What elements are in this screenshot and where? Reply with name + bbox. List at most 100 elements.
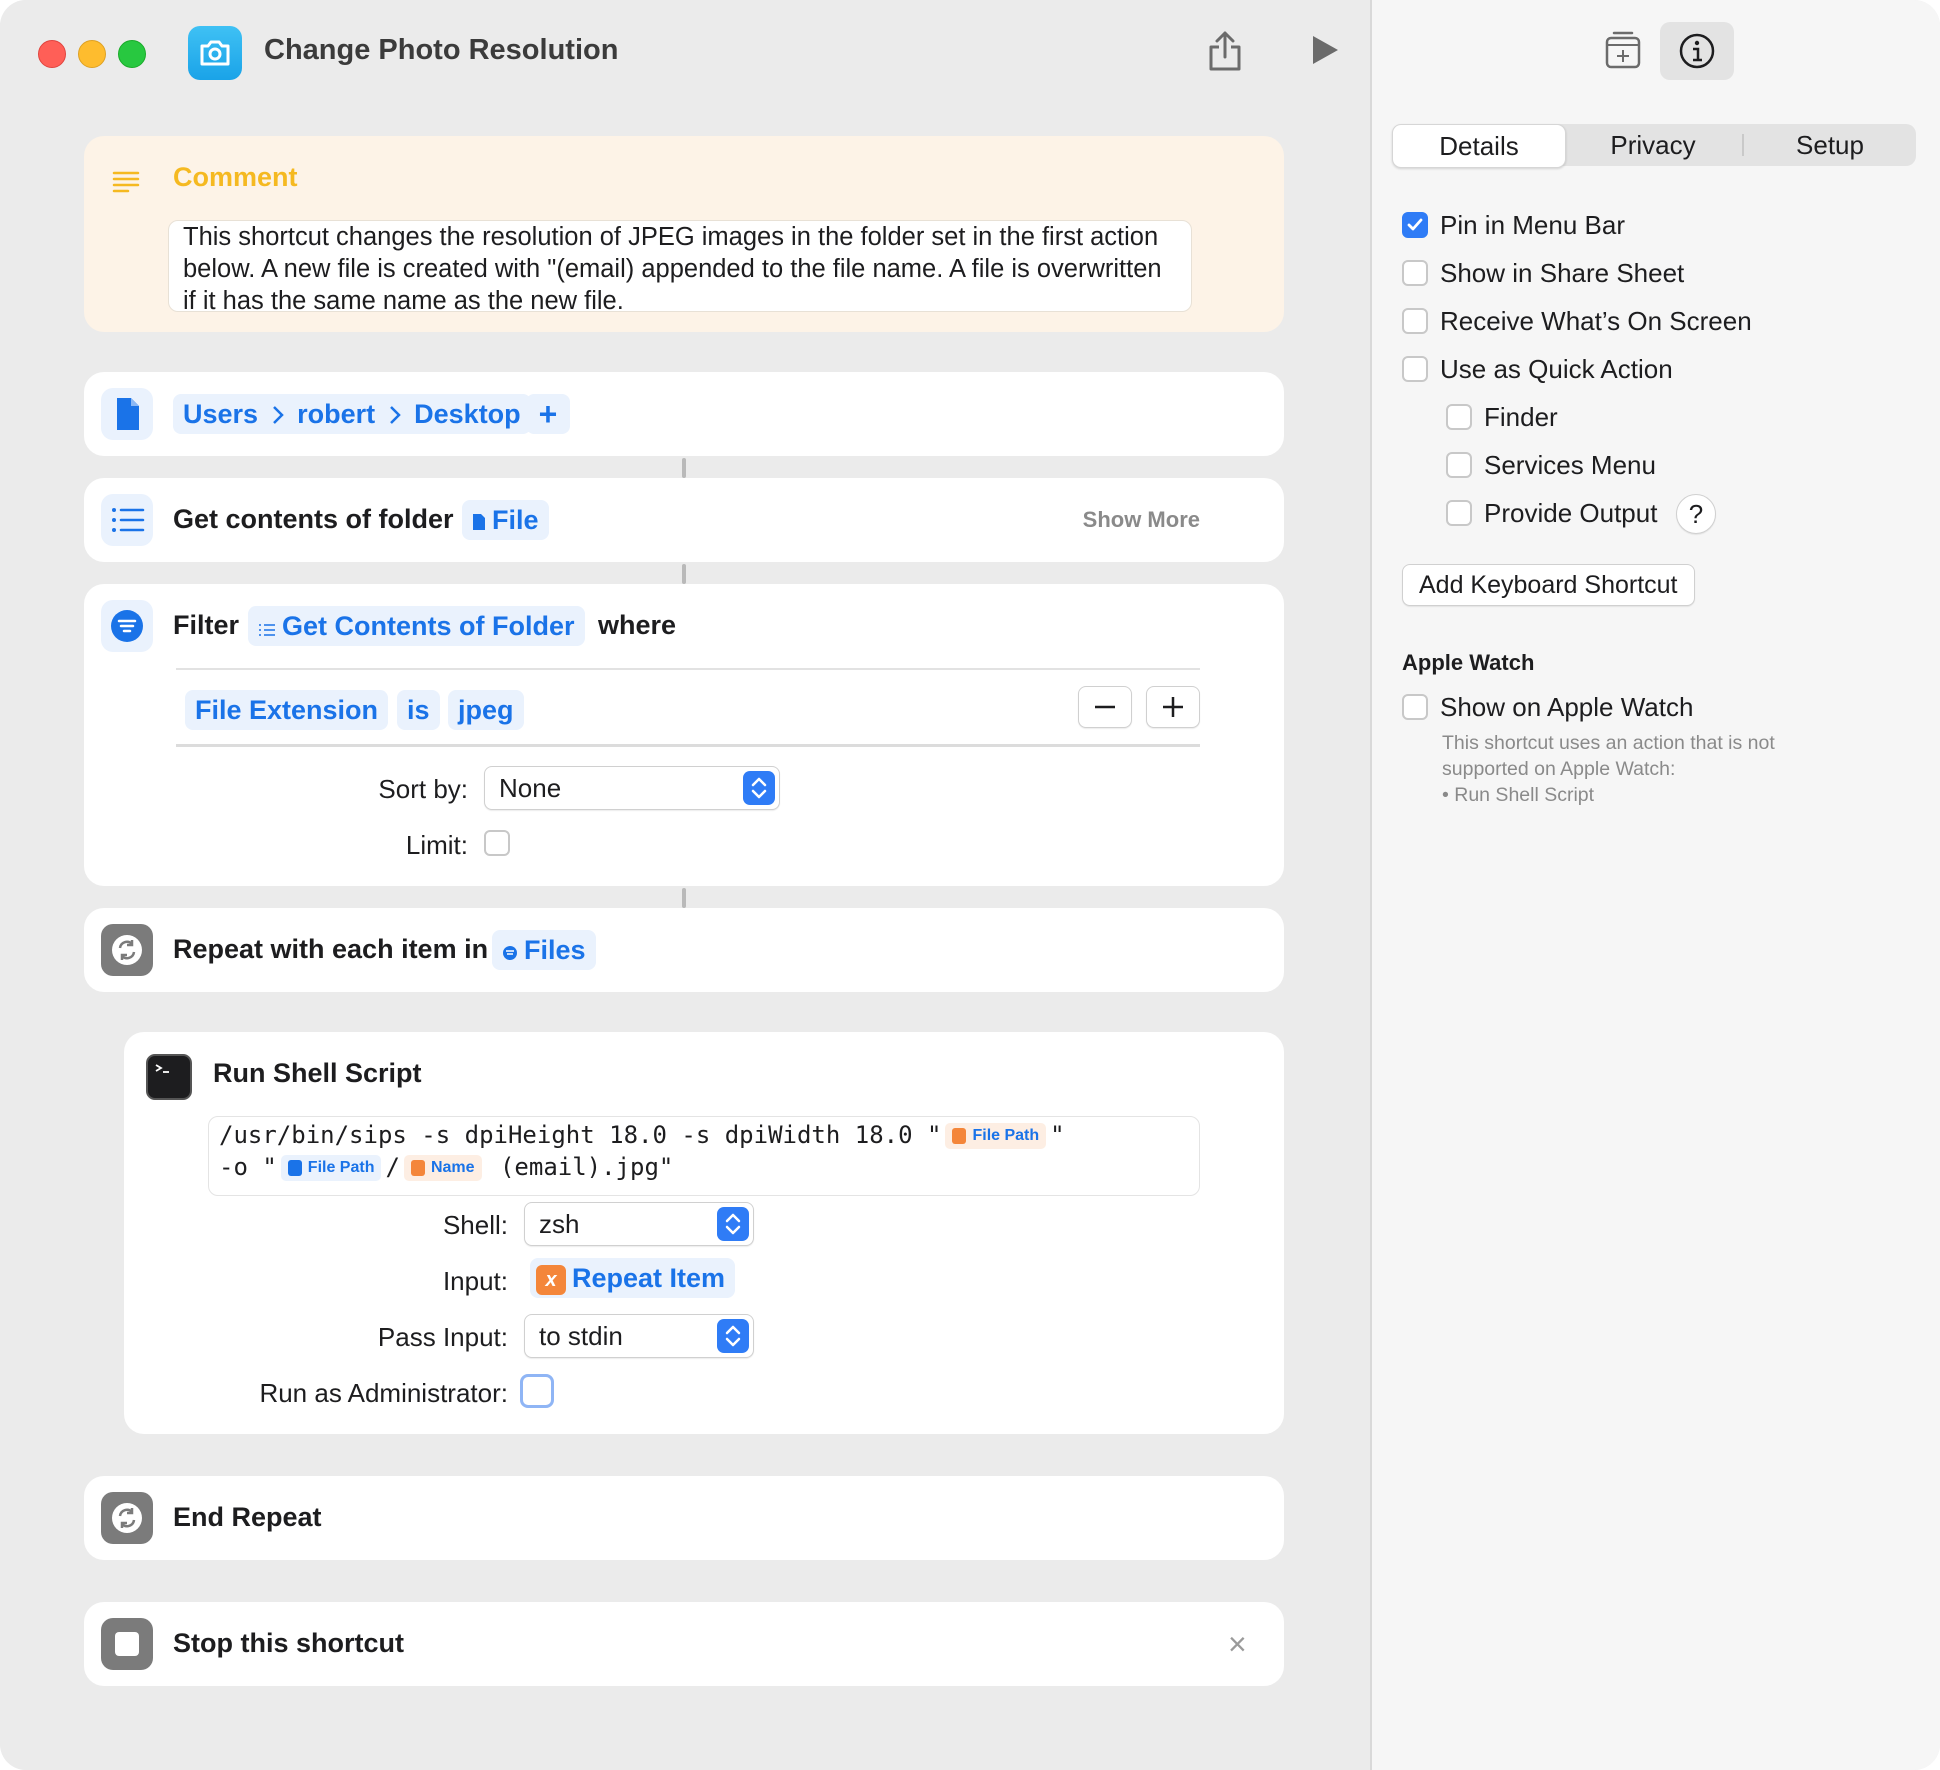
help-button[interactable]: ?	[1676, 494, 1716, 534]
variable-icon	[410, 1159, 425, 1176]
show-in-share-sheet-label: Show in Share Sheet	[1440, 258, 1685, 288]
get-contents-title: Get contents of folder	[173, 504, 454, 534]
apple-watch-note: This shortcut uses an action that is not…	[1442, 732, 1775, 806]
finder-label: Finder	[1484, 402, 1558, 432]
get-contents-card[interactable]: Get contents of folder File Show More	[84, 478, 1284, 562]
shell-title: Run Shell Script	[213, 1058, 422, 1088]
connector	[682, 564, 686, 584]
folder-path-token[interactable]: Users robert Desktop	[173, 394, 531, 434]
quick-action-checkbox[interactable]	[1402, 356, 1428, 382]
remove-condition-button[interactable]	[1078, 686, 1132, 728]
get-contents-variable-token[interactable]: Get Contents of Folder	[248, 606, 585, 646]
up-down-arrows-icon	[743, 771, 775, 805]
stop-title: Stop this shortcut	[173, 1628, 404, 1658]
filter-card[interactable]: Filter Get Contents of Folder where File…	[84, 584, 1284, 886]
shell-select[interactable]: zsh	[524, 1202, 754, 1246]
sort-by-select[interactable]: None	[484, 766, 780, 810]
comment-card[interactable]: Comment This shortcut changes the resolu…	[84, 136, 1284, 332]
add-to-dock-icon[interactable]	[1604, 30, 1642, 75]
camera-icon[interactable]	[188, 26, 242, 80]
path-segment-desktop[interactable]: Desktop	[414, 399, 521, 429]
repeat-card[interactable]: Repeat with each item in Files	[84, 908, 1284, 992]
apple-watch-heading: Apple Watch	[1402, 650, 1535, 675]
up-down-arrows-icon	[717, 1207, 749, 1241]
repeat-item-token[interactable]: x Repeat Item	[530, 1258, 736, 1298]
sort-by-label: Sort by:	[378, 774, 468, 804]
name-token[interactable]: Name	[403, 1155, 482, 1181]
checkmark-icon	[1407, 218, 1423, 231]
list-icon	[101, 494, 153, 546]
variable-icon	[952, 1127, 967, 1144]
stop-shortcut-card[interactable]: Stop this shortcut ×	[84, 1602, 1284, 1686]
script-editor[interactable]: /usr/bin/sips -s dpiHeight 18.0 -s dpiWi…	[208, 1116, 1200, 1196]
divider	[176, 744, 1200, 747]
play-icon[interactable]	[1310, 34, 1340, 71]
condition-property-token[interactable]: File Extension	[185, 690, 389, 730]
filter-icon	[502, 932, 518, 972]
repeat-icon	[101, 924, 153, 976]
share-icon[interactable]	[1208, 30, 1242, 77]
comment-text-field[interactable]: This shortcut changes the resolution of …	[168, 220, 1192, 315]
input-label: Input:	[442, 1266, 508, 1296]
terminal-icon	[146, 1054, 192, 1100]
add-path-button[interactable]: +	[526, 394, 570, 434]
services-menu-checkbox[interactable]	[1446, 452, 1472, 478]
comment-lines-icon	[112, 170, 140, 199]
tab-setup[interactable]: Setup	[1744, 124, 1916, 166]
list-icon	[258, 608, 276, 648]
show-on-apple-watch-label: Show on Apple Watch	[1440, 692, 1694, 722]
zoom-window-button[interactable]	[118, 40, 146, 68]
chevron-right-icon	[272, 396, 284, 436]
repeat-icon	[101, 1492, 153, 1544]
pass-input-label: Pass Input:	[377, 1322, 508, 1352]
info-icon[interactable]	[1660, 22, 1734, 80]
tab-privacy[interactable]: Privacy	[1566, 124, 1740, 166]
path-segment-users[interactable]: Users	[183, 399, 258, 429]
run-as-admin-label: Run as Administrator:	[259, 1378, 508, 1408]
quick-action-label: Use as Quick Action	[1440, 354, 1673, 384]
add-condition-button[interactable]	[1146, 686, 1200, 728]
tab-details[interactable]: Details	[1392, 124, 1566, 168]
path-segment-robert[interactable]: robert	[297, 399, 375, 429]
run-shell-script-card[interactable]: Run Shell Script /usr/bin/sips -s dpiHei…	[124, 1032, 1284, 1434]
document-icon	[287, 1159, 302, 1176]
variable-icon: x	[536, 1264, 566, 1295]
shell-label: Shell:	[442, 1210, 508, 1240]
condition-value-token[interactable]: jpeg	[448, 690, 524, 730]
show-more-button[interactable]: Show More	[1083, 507, 1200, 533]
add-keyboard-shortcut-button[interactable]: Add Keyboard Shortcut	[1402, 564, 1695, 606]
pin-in-menu-bar-label: Pin in Menu Bar	[1440, 210, 1625, 240]
shortcuts-window: Change Photo Resolution Comment This sho…	[0, 0, 1940, 1770]
file-path-token[interactable]: File Path	[280, 1155, 382, 1181]
pin-in-menu-bar-checkbox[interactable]	[1402, 212, 1428, 238]
file-variable-token[interactable]: File	[462, 500, 549, 540]
up-down-arrows-icon	[717, 1319, 749, 1353]
editor-pane: Change Photo Resolution Comment This sho…	[0, 0, 1370, 1770]
minimize-window-button[interactable]	[78, 40, 106, 68]
repeat-title: Repeat with each item in	[173, 934, 489, 964]
condition-operator-token[interactable]: is	[397, 690, 440, 730]
folder-action-card[interactable]: Users robert Desktop +	[84, 372, 1284, 456]
finder-checkbox[interactable]	[1446, 404, 1472, 430]
close-icon[interactable]: ×	[1228, 1626, 1247, 1663]
end-repeat-title: End Repeat	[173, 1502, 322, 1532]
run-as-admin-checkbox[interactable]	[520, 1374, 554, 1408]
pass-input-select[interactable]: to stdin	[524, 1314, 754, 1358]
provide-output-checkbox[interactable]	[1446, 500, 1472, 526]
services-menu-label: Services Menu	[1484, 450, 1656, 480]
document-icon	[101, 388, 153, 440]
file-path-token[interactable]: File Path	[945, 1123, 1047, 1149]
close-window-button[interactable]	[38, 40, 66, 68]
limit-checkbox[interactable]	[484, 830, 510, 856]
where-label: where	[598, 610, 677, 640]
divider	[176, 668, 1200, 670]
files-variable-token[interactable]: Files	[492, 930, 596, 970]
document-icon	[472, 502, 486, 542]
end-repeat-card[interactable]: End Repeat	[84, 1476, 1284, 1560]
receive-on-screen-checkbox[interactable]	[1402, 308, 1428, 334]
filter-title: Filter	[173, 610, 240, 640]
window-title: Change Photo Resolution	[264, 34, 619, 66]
show-in-share-sheet-checkbox[interactable]	[1402, 260, 1428, 286]
show-on-apple-watch-checkbox[interactable]	[1402, 694, 1428, 720]
stop-icon	[101, 1618, 153, 1670]
